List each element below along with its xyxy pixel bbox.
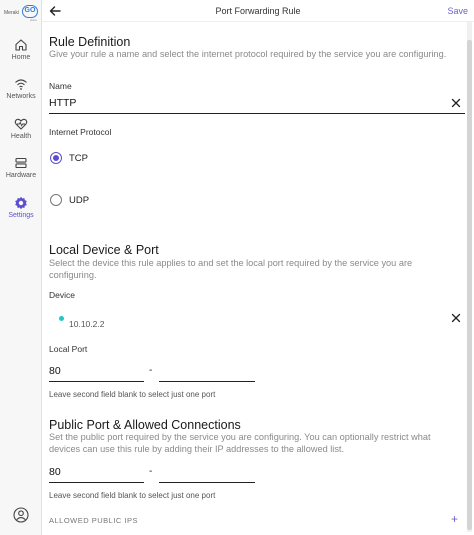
top-bar: Port Forwarding Rule Save xyxy=(42,0,474,22)
sidebar-item-home[interactable]: Home xyxy=(0,38,42,70)
device-status-dot xyxy=(59,316,64,321)
sidebar-item-health[interactable]: Health xyxy=(0,117,42,149)
allowed-ips-label: ALLOWED PUBLIC IPS xyxy=(49,516,139,525)
udp-radio-label: UDP xyxy=(69,195,90,206)
sidebar-item-label: Health xyxy=(10,133,32,140)
logo-mark: GO xyxy=(22,5,38,18)
local-device-heading: Local Device & Port xyxy=(49,243,159,257)
logo-sub: cisco xyxy=(30,18,37,22)
public-port-description: Set the public port required by the serv… xyxy=(49,432,431,454)
heart-pulse-icon xyxy=(14,118,28,130)
rule-definition-heading: Rule Definition xyxy=(49,35,131,49)
device-field-label: Device xyxy=(49,290,75,300)
account-button[interactable] xyxy=(0,507,42,523)
name-field-label: Name xyxy=(49,81,72,91)
name-input[interactable]: HTTP xyxy=(49,97,76,109)
local-port-start-input[interactable]: 80 xyxy=(49,365,61,377)
main-content: Rule Definition Give your rule a name an… xyxy=(42,22,466,535)
local-port-label: Local Port xyxy=(49,344,88,354)
sidebar-item-label: Settings xyxy=(8,212,34,219)
sidebar-item-hardware[interactable]: Hardware xyxy=(0,156,42,188)
local-port-separator: - xyxy=(149,365,153,376)
tcp-radio-label: TCP xyxy=(69,153,88,164)
public-port-hint: Leave second field blank to select just … xyxy=(49,491,216,500)
sidebar-item-settings[interactable]: Settings xyxy=(0,196,42,228)
sidebar-item-networks[interactable]: Networks xyxy=(0,77,42,109)
public-port-start-underline xyxy=(49,482,144,483)
home-icon xyxy=(15,39,27,51)
clear-device-icon[interactable] xyxy=(451,313,461,323)
sidebar-item-label: Home xyxy=(11,54,31,61)
user-circle-icon xyxy=(13,507,29,523)
public-port-separator: - xyxy=(149,466,153,477)
tcp-radio[interactable] xyxy=(50,152,62,164)
sidebar-item-label: Hardware xyxy=(5,172,37,179)
clear-name-icon[interactable] xyxy=(451,98,461,108)
sidebar-item-label: Networks xyxy=(6,93,36,100)
scrollbar[interactable] xyxy=(467,22,472,532)
scrollbar-thumb[interactable] xyxy=(467,40,472,530)
add-allowed-ip-icon[interactable]: + xyxy=(451,512,458,526)
hardware-icon xyxy=(15,157,27,169)
page-title: Port Forwarding Rule xyxy=(215,6,301,16)
local-port-hint: Leave second field blank to select just … xyxy=(49,390,216,399)
meraki-go-logo: Meraki GO cisco xyxy=(3,5,39,22)
save-button[interactable]: Save xyxy=(447,6,468,16)
protocol-label: Internet Protocol xyxy=(49,127,112,137)
sidebar: Meraki GO cisco Home Networks Health Har… xyxy=(0,0,42,535)
udp-radio[interactable] xyxy=(50,194,62,206)
rule-definition-description: Give your rule a name and select the int… xyxy=(49,49,447,59)
local-port-end-underline xyxy=(159,381,255,382)
public-port-end-underline xyxy=(159,482,255,483)
gear-icon xyxy=(15,196,27,210)
public-port-start-input[interactable]: 80 xyxy=(49,466,61,478)
public-port-heading: Public Port & Allowed Connections xyxy=(49,418,241,432)
local-device-description: Select the device this rule applies to a… xyxy=(49,258,413,280)
wifi-icon xyxy=(15,79,27,90)
logo-text: Meraki xyxy=(4,10,20,16)
device-select-value[interactable]: 10.10.2.2 xyxy=(69,319,104,329)
name-input-underline xyxy=(49,113,465,114)
local-port-start-underline xyxy=(49,381,144,382)
